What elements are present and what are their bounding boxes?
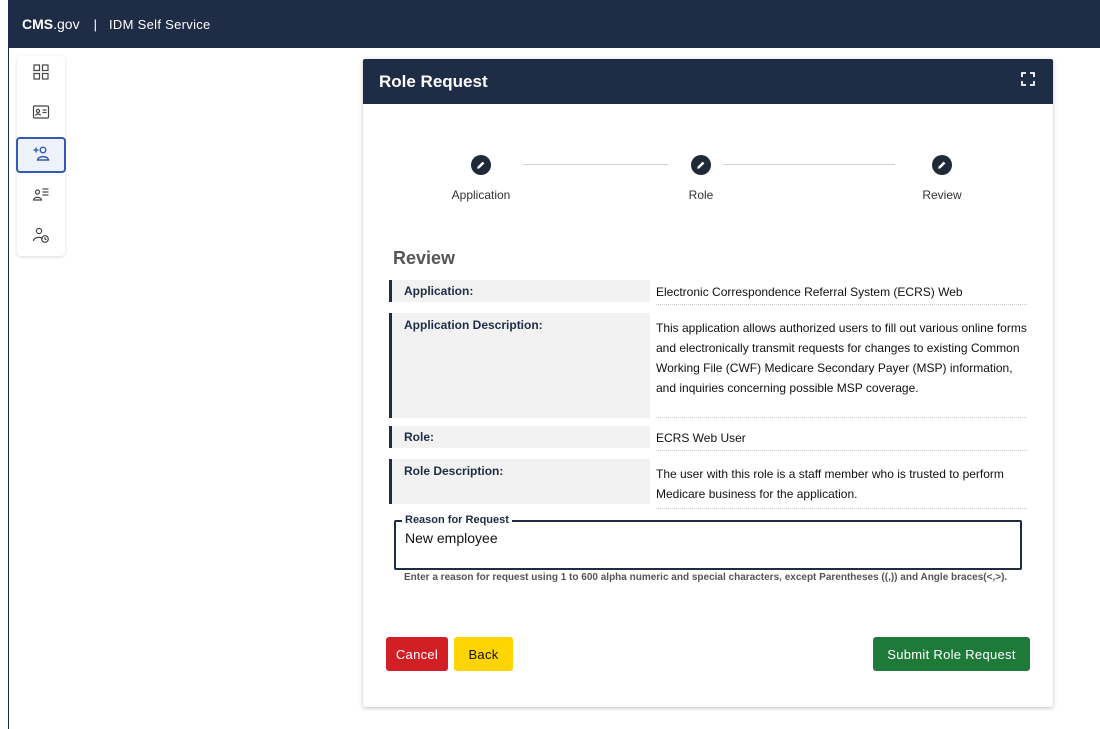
review-value: ECRS Web User bbox=[656, 426, 1027, 451]
brand-logo-domain[interactable]: .gov bbox=[53, 16, 79, 32]
review-value: This application allows authorized users… bbox=[656, 313, 1027, 418]
pencil-icon bbox=[691, 155, 711, 175]
card-header: Role Request bbox=[363, 59, 1053, 104]
person-list-icon bbox=[32, 185, 50, 208]
dashboard-grid-icon bbox=[32, 63, 50, 86]
step-review[interactable]: Review bbox=[882, 155, 1002, 202]
window-border bbox=[8, 0, 9, 729]
reason-helper-text: Enter a reason for request using 1 to 60… bbox=[404, 572, 1008, 583]
review-label: Application: bbox=[389, 280, 650, 302]
brand-logo-cms[interactable]: CMS bbox=[22, 16, 53, 32]
step-label: Application bbox=[451, 188, 511, 202]
pencil-icon bbox=[932, 155, 952, 175]
review-table: Application: Electronic Correspondence R… bbox=[389, 280, 1027, 517]
cancel-button[interactable]: Cancel bbox=[386, 637, 448, 671]
reason-input[interactable] bbox=[405, 530, 1005, 546]
role-request-card: Role Request Application Role Review Rev… bbox=[363, 59, 1053, 707]
top-bar: CMS .gov | IDM Self Service bbox=[8, 0, 1100, 48]
review-heading: Review bbox=[393, 248, 456, 268]
review-row-application-description: Application Description: This applicatio… bbox=[389, 313, 1027, 418]
title-separator: | bbox=[93, 16, 97, 32]
app-name: IDM Self Service bbox=[108, 16, 211, 32]
page-title: Role Request bbox=[379, 71, 488, 91]
back-button[interactable]: Back bbox=[454, 637, 513, 671]
fullscreen-icon[interactable] bbox=[1021, 72, 1035, 91]
pencil-icon bbox=[471, 155, 491, 175]
reason-label: Reason for Request bbox=[402, 514, 512, 526]
reason-field: Reason for Request bbox=[394, 514, 1022, 570]
stepper: Application Role Review bbox=[363, 155, 1053, 205]
review-value: Electronic Correspondence Referral Syste… bbox=[656, 280, 1027, 305]
person-clock-icon bbox=[32, 226, 50, 249]
submit-role-request-button[interactable]: Submit Role Request bbox=[873, 637, 1030, 671]
sidebar-item-role-request[interactable] bbox=[16, 137, 66, 173]
sidebar-item-profile[interactable] bbox=[17, 96, 65, 132]
step-label: Review bbox=[922, 188, 962, 202]
review-row-role: Role: ECRS Web User bbox=[389, 426, 1027, 451]
step-application[interactable]: Application bbox=[421, 155, 541, 202]
review-value: The user with this role is a staff membe… bbox=[656, 459, 1027, 509]
review-label: Role: bbox=[389, 426, 650, 448]
step-role[interactable]: Role bbox=[641, 155, 761, 202]
sidebar-item-dashboard[interactable] bbox=[17, 56, 65, 92]
review-label: Application Description: bbox=[389, 313, 650, 418]
sidebar-item-my-roles[interactable] bbox=[17, 178, 65, 214]
add-person-icon bbox=[32, 144, 50, 167]
id-card-icon bbox=[32, 103, 50, 126]
review-row-role-description: Role Description: The user with this rol… bbox=[389, 459, 1027, 509]
sidebar bbox=[16, 56, 66, 256]
review-row-application: Application: Electronic Correspondence R… bbox=[389, 280, 1027, 305]
step-label: Role bbox=[688, 188, 714, 202]
sidebar-item-history[interactable] bbox=[17, 219, 65, 255]
review-label: Role Description: bbox=[389, 459, 650, 504]
